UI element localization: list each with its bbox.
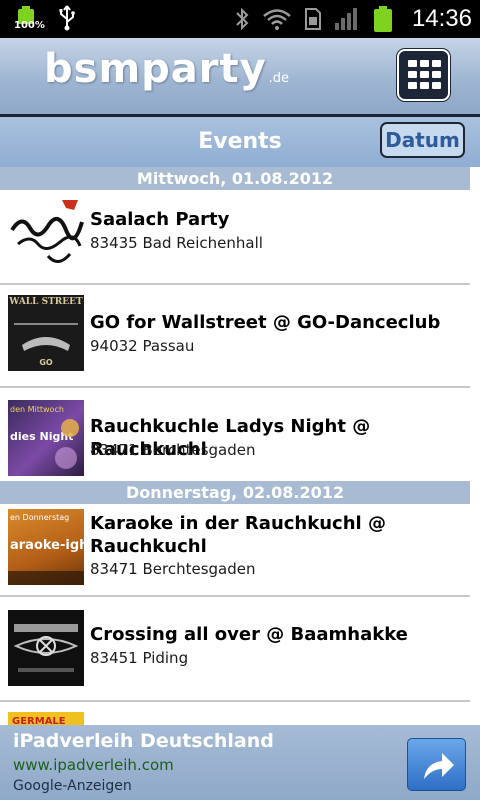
grid-menu-button[interactable] <box>397 49 450 101</box>
event-row[interactable]: WALL STREET GO GO for Wallstreet @ GO-Da… <box>0 285 470 388</box>
event-title: GO for Wallstreet @ GO-Danceclub <box>90 312 441 333</box>
event-list[interactable]: Mittwoch, 01.08.2012 Saalach Party 83435… <box>0 167 480 725</box>
sim-icon <box>304 8 321 30</box>
sort-by-date-button[interactable]: Datum <box>380 122 465 158</box>
event-row[interactable]: den Mittwoch dies Night Rauchkuchle Lady… <box>0 388 470 481</box>
event-title: Karaoke in der Rauchkuchl @ Rauchkuchl <box>90 513 386 557</box>
wifi-icon <box>263 9 291 30</box>
event-location: 83435 Bad Reichenhall <box>90 234 263 252</box>
ad-source-label: Google-Anzeigen <box>13 778 132 794</box>
thumb-text: GERMALE <box>12 716 66 725</box>
events-header: Events Datum <box>0 117 480 167</box>
event-title: Saalach Party <box>90 209 230 230</box>
ad-title[interactable]: iPadverleih Deutschland <box>13 730 274 752</box>
event-thumbnail <box>8 610 84 686</box>
logo-tld: .de <box>268 71 290 86</box>
event-location: 83471 Berchtesgaden <box>90 560 256 578</box>
event-title: Crossing all over @ Baamhakke <box>90 624 408 645</box>
logo-text: bsmparty <box>44 46 267 92</box>
event-location: 83471 Berchtesgaden <box>90 441 256 459</box>
event-thumbnail: WALL STREET GO <box>8 295 84 371</box>
ad-banner[interactable]: iPadverleih Deutschland www.ipadverleih.… <box>0 725 480 800</box>
event-thumbnail <box>8 196 84 272</box>
day-header: Donnerstag, 02.08.2012 <box>0 481 470 504</box>
thumb-text: den Mittwoch <box>10 405 64 414</box>
event-row[interactable]: en Donnerstag araoke-ight Karaoke in der… <box>0 504 470 597</box>
signal-icon <box>334 8 357 30</box>
day-header: Mittwoch, 01.08.2012 <box>0 167 470 190</box>
thumb-text: araoke-ight <box>10 538 84 553</box>
event-thumbnail: GERMALE <box>8 712 84 725</box>
clock: 14:36 <box>411 5 472 32</box>
event-row[interactable]: Saalach Party 83435 Bad Reichenhall <box>0 190 470 285</box>
app-header: bsmparty .de <box>0 38 480 114</box>
event-thumbnail: den Mittwoch dies Night <box>8 400 84 476</box>
share-arrow-icon <box>424 753 454 779</box>
event-location: 94032 Passau <box>90 337 195 355</box>
thumb-text: en Donnerstag <box>10 513 69 522</box>
event-thumbnail: en Donnerstag araoke-ight <box>8 509 84 585</box>
status-bar: 100% 14:36 <box>0 0 480 38</box>
thumb-text: WALL STREET <box>8 297 83 307</box>
event-row[interactable]: Crossing all over @ Baamhakke 83451 Pidi… <box>0 597 470 702</box>
ad-open-button[interactable] <box>407 738 466 791</box>
battery-percent: 100% <box>14 20 45 31</box>
app-logo[interactable]: bsmparty .de <box>44 46 289 98</box>
battery-icon <box>373 6 392 32</box>
svg-text:GO: GO <box>39 358 53 367</box>
event-location: 83451 Piding <box>90 649 189 667</box>
bluetooth-icon <box>236 7 249 31</box>
usb-icon <box>59 5 75 31</box>
event-row[interactable]: GERMALE <box>0 702 470 725</box>
ad-url[interactable]: www.ipadverleih.com <box>13 756 174 774</box>
